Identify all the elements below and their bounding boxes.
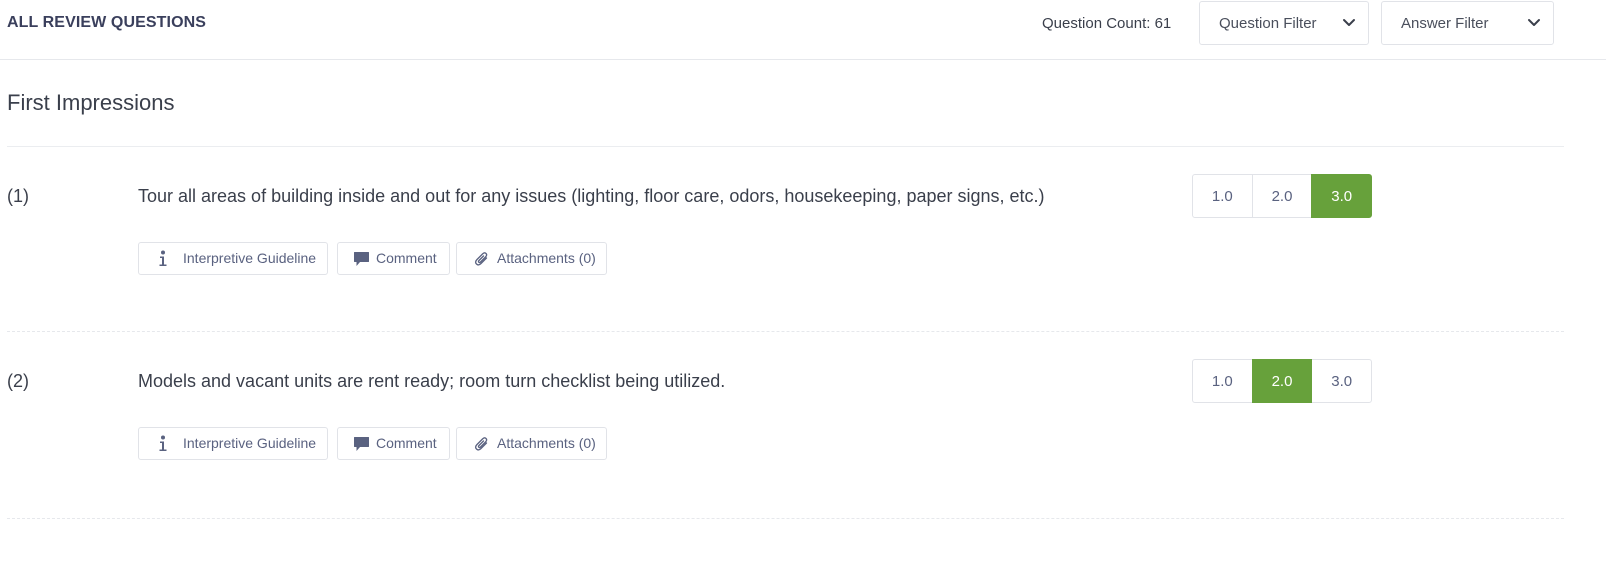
score-button[interactable]: 1.0 bbox=[1192, 174, 1253, 218]
paperclip-icon bbox=[474, 252, 488, 266]
answer-filter-label: Answer Filter bbox=[1401, 15, 1489, 32]
score-button[interactable]: 3.0 bbox=[1311, 359, 1373, 403]
page-title: ALL REVIEW QUESTIONS bbox=[7, 14, 207, 31]
question-divider bbox=[7, 518, 1564, 519]
question-filter-select[interactable]: Question Filter bbox=[1199, 1, 1369, 45]
attachments-button[interactable]: Attachments (0) bbox=[456, 427, 607, 460]
question-count: Question Count: 61 bbox=[1042, 15, 1172, 32]
info-icon bbox=[159, 435, 167, 451]
interpretive-guideline-button[interactable]: Interpretive Guideline bbox=[138, 242, 328, 275]
attachments-label: Attachments (0) bbox=[497, 250, 596, 266]
question-filter-label: Question Filter bbox=[1219, 15, 1317, 32]
comment-button[interactable]: Comment bbox=[337, 242, 450, 275]
comment-label: Comment bbox=[376, 250, 437, 266]
guideline-label: Interpretive Guideline bbox=[183, 435, 317, 451]
score-button-group: 1.0 2.0 3.0 bbox=[1192, 174, 1373, 218]
review-questions-page: ALL REVIEW QUESTIONS Question Count: 61 … bbox=[0, 0, 1606, 571]
answer-filter-select[interactable]: Answer Filter bbox=[1381, 1, 1554, 45]
comment-icon bbox=[354, 252, 369, 266]
score-button[interactable]: 1.0 bbox=[1192, 359, 1253, 403]
question-number: (2) bbox=[7, 371, 29, 391]
chevron-down-icon bbox=[1343, 19, 1355, 26]
question-text: Tour all areas of building inside and ou… bbox=[138, 186, 1045, 206]
info-icon bbox=[159, 250, 167, 266]
comment-button[interactable]: Comment bbox=[337, 427, 450, 460]
score-button[interactable]: 3.0 bbox=[1311, 174, 1373, 218]
attachments-label: Attachments (0) bbox=[497, 435, 596, 451]
section-title: First Impressions bbox=[7, 90, 175, 115]
score-button[interactable]: 2.0 bbox=[1251, 174, 1313, 218]
attachments-button[interactable]: Attachments (0) bbox=[456, 242, 607, 275]
paperclip-icon bbox=[474, 437, 488, 451]
question-item: (1) Tour all areas of building inside an… bbox=[0, 174, 1606, 372]
header-bar: ALL REVIEW QUESTIONS Question Count: 61 … bbox=[0, 0, 1606, 60]
question-number: (1) bbox=[7, 186, 29, 206]
score-button-group: 1.0 2.0 3.0 bbox=[1192, 359, 1373, 403]
comment-label: Comment bbox=[376, 435, 437, 451]
score-button[interactable]: 2.0 bbox=[1251, 359, 1313, 403]
question-text: Models and vacant units are rent ready; … bbox=[138, 371, 726, 391]
chevron-down-icon bbox=[1528, 19, 1540, 26]
question-item: (2) Models and vacant units are rent rea… bbox=[0, 359, 1606, 557]
section-divider bbox=[7, 146, 1564, 147]
question-divider bbox=[7, 331, 1564, 332]
comment-icon bbox=[354, 437, 369, 451]
guideline-label: Interpretive Guideline bbox=[183, 250, 317, 266]
interpretive-guideline-button[interactable]: Interpretive Guideline bbox=[138, 427, 328, 460]
